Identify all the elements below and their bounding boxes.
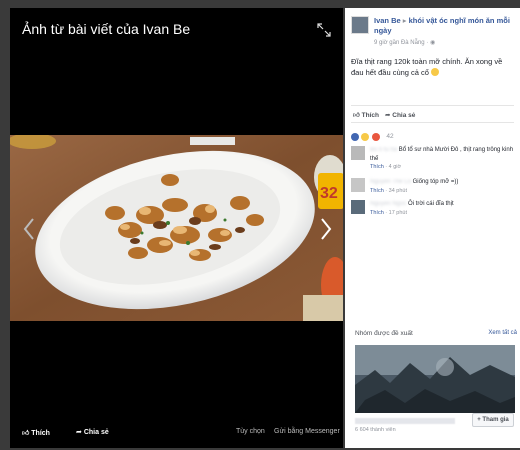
post-meta: 9 giờ gần Đà Nẵng · ◉: [374, 39, 435, 46]
post-like-label: Thích: [361, 112, 379, 119]
like-reaction-icon: [351, 132, 359, 141]
post-photo[interactable]: 32: [10, 135, 343, 321]
comment-meta: Thích · 4 giờ: [370, 164, 402, 170]
author-name-link[interactable]: Ivan Be: [374, 16, 401, 25]
photo-theater-window: Ảnh từ bài viết của Ivan Be 32 👍︎ Thích …: [0, 0, 520, 450]
arrow-right-icon: ▸: [402, 16, 407, 25]
viewer-share-label: Chia sẻ: [83, 429, 109, 436]
photo-viewer: Ảnh từ bài viết của Ivan Be 32 👍︎ Thích …: [10, 8, 343, 448]
post-text: Đĩa thịt rang 120k toàn mỡ chính. Ăn xon…: [351, 56, 514, 78]
comment-author[interactable]: Nguyen The Lo: [370, 179, 411, 185]
comment-body: Nguyen Ngoc Ôi trời cái đĩa thịt Thích ·…: [370, 200, 515, 217]
comment-body: Bo ti tu ha Bổ tổ sư nhà Mười Đô , thịt …: [370, 146, 515, 172]
suggested-group-cover[interactable]: [355, 345, 515, 413]
suggested-group-members: 6 604 thành viên: [355, 427, 396, 433]
next-photo-icon[interactable]: [317, 216, 335, 242]
see-all-link[interactable]: Xem tất cả: [488, 330, 517, 336]
post-like-button[interactable]: 👍︎ Thích: [353, 111, 379, 119]
divider: [351, 105, 514, 106]
comment-avatar[interactable]: [351, 178, 365, 192]
comment-time[interactable]: 4 giờ: [389, 164, 401, 170]
post-share-button[interactable]: ➦ Chia sẻ: [385, 111, 415, 119]
comment-author[interactable]: Nguyen Ngoc: [370, 201, 406, 207]
expand-icon[interactable]: [317, 23, 331, 37]
suggested-groups-title: Nhóm được đề xuất: [355, 330, 413, 337]
comment-like-link[interactable]: Thích: [370, 188, 384, 194]
sad-face-emoji-icon: [431, 68, 440, 76]
author-avatar[interactable]: [351, 16, 369, 34]
divider: [351, 122, 514, 123]
viewer-action-bar: 👍︎ Thích ➦ Chia sẻ Tùy chọn Gửi bằng Mes…: [10, 418, 343, 448]
reactions-count: 42: [386, 133, 394, 141]
options-link[interactable]: Tùy chọn: [236, 428, 265, 435]
comment-meta: Thích · 34 phút: [370, 187, 408, 194]
post-text-content: Đĩa thịt rang 120k toàn mỡ chính. Ăn xon…: [351, 57, 503, 77]
share-arrow-icon: ➦: [385, 112, 391, 119]
svg-text:32: 32: [320, 185, 338, 202]
post-header: Ivan Be ▸ khói vật óc nghĩ món ăn mỗi ng…: [374, 16, 517, 36]
comment-text: Giống tóp mỡ =)): [412, 179, 459, 185]
post-side-panel: Ivan Be ▸ khói vật óc nghĩ món ăn mỗi ng…: [345, 8, 520, 448]
thumbs-up-icon: 👍︎: [353, 112, 360, 119]
reactions-summary[interactable]: 42: [351, 128, 394, 141]
join-group-button[interactable]: + Tham gia: [472, 413, 514, 427]
send-messenger-link[interactable]: Gửi bằng Messenger: [274, 428, 340, 435]
share-arrow-icon: ➦: [76, 429, 82, 436]
viewer-title: Ảnh từ bài viết của Ivan Be: [22, 21, 191, 37]
comment-like-link[interactable]: Thích: [370, 164, 384, 170]
haha-reaction-icon: [361, 132, 370, 141]
viewer-share-button[interactable]: ➦ Chia sẻ: [76, 428, 109, 436]
post-time-location[interactable]: 9 giờ gần Đà Nẵng ·: [374, 40, 430, 46]
food-photo-image: 32: [10, 135, 343, 321]
comment-avatar[interactable]: [351, 146, 365, 160]
suggested-group-name[interactable]: [355, 418, 455, 424]
globe-icon: ◉: [429, 40, 436, 46]
comment-meta: Thích · 17 phút: [370, 209, 408, 216]
comment-author[interactable]: Bo ti tu ha: [370, 147, 397, 153]
comment-like-link[interactable]: Thích: [370, 210, 384, 216]
viewer-like-button[interactable]: 👍︎ Thích: [22, 428, 50, 437]
comment-text: Ôi trời cái đĩa thịt: [408, 201, 454, 207]
viewer-like-label: Thích: [31, 430, 50, 437]
love-reaction-icon: [371, 132, 380, 141]
thumbs-up-icon: 👍︎: [22, 430, 30, 437]
comment-time[interactable]: 17 phút: [389, 210, 407, 216]
comment-avatar[interactable]: [351, 200, 365, 214]
comment-body: Nguyen The Lo Giống tóp mỡ =)) Thích · 3…: [370, 178, 515, 195]
post-share-label: Chia sẻ: [392, 112, 416, 119]
group-cover-image: [355, 345, 515, 413]
comment-time[interactable]: 34 phút: [389, 188, 407, 194]
previous-photo-icon[interactable]: [20, 216, 38, 242]
